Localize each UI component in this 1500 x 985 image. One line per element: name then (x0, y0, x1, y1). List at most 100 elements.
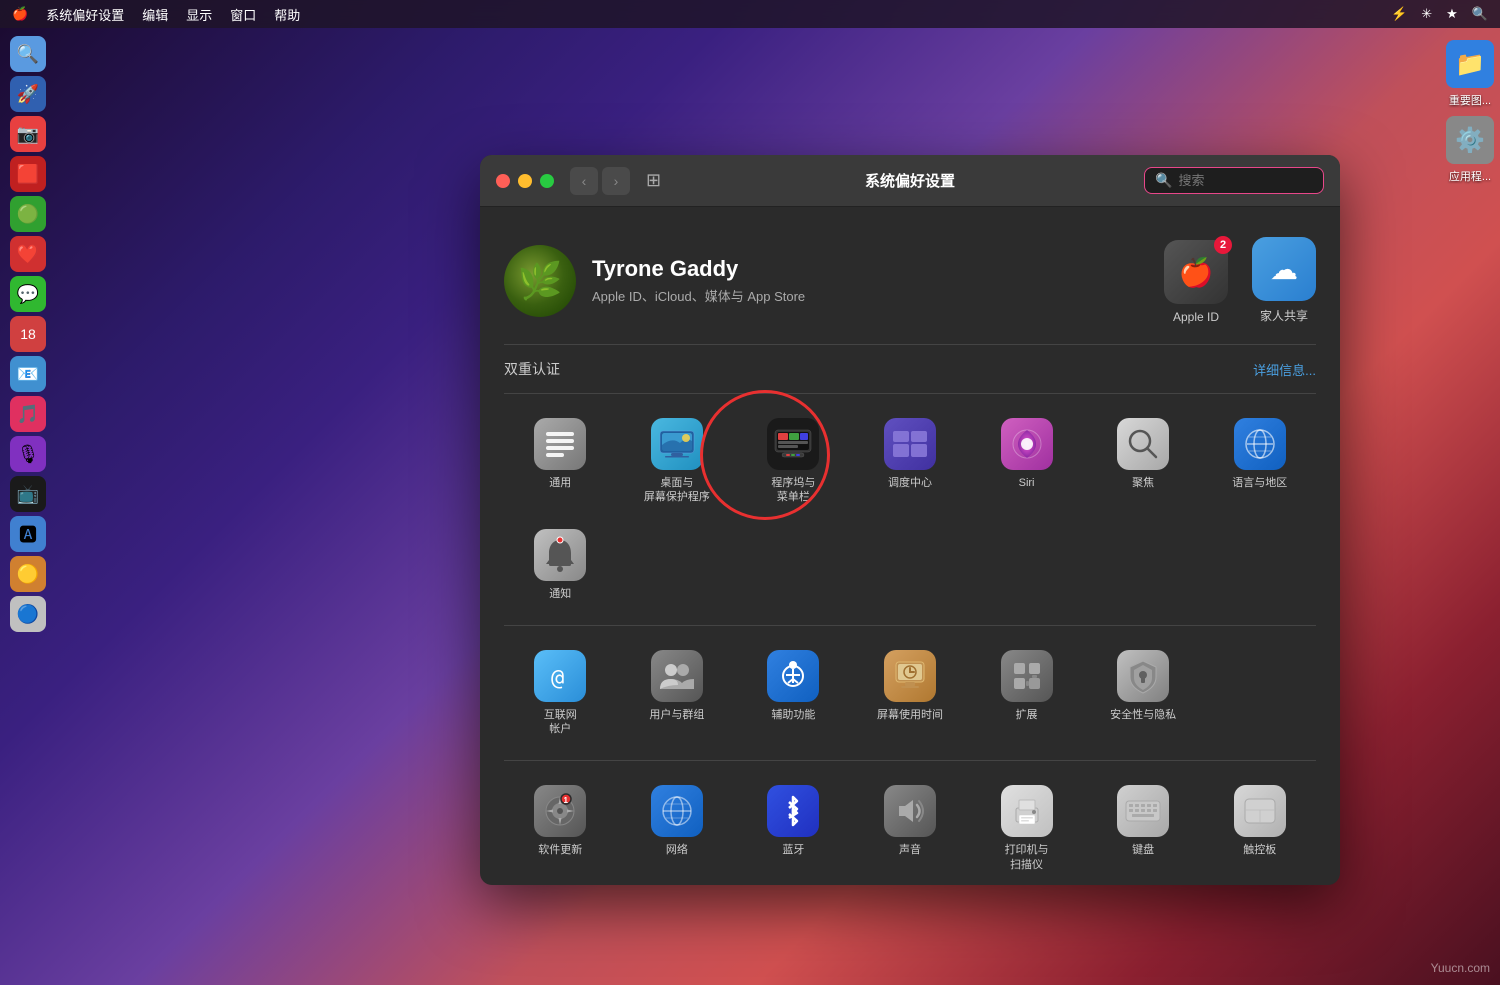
back-button[interactable]: ‹ (570, 167, 598, 195)
svg-text:@: @ (551, 666, 564, 691)
pref-icon-bluetooth (767, 785, 819, 837)
dock-icon-photos[interactable]: 📷 (10, 116, 46, 152)
menubar-item-window[interactable]: 窗口 (230, 5, 256, 24)
pref-item-security[interactable]: 安全性与隐私 (1087, 642, 1200, 745)
dock-icon-app2[interactable]: 🟢 (10, 196, 46, 232)
pref-label-accessibility: 辅助功能 (771, 708, 815, 722)
pref-item-spotlight[interactable]: 聚焦 (1087, 410, 1200, 513)
pref-item-dock[interactable]: 程序坞与 菜单栏 (737, 410, 850, 513)
dock-icon-app3[interactable]: ❤️ (10, 236, 46, 272)
pref-icon-accessibility (767, 650, 819, 702)
menubar-item-help[interactable]: 帮助 (274, 5, 300, 24)
pref-icon-mission (884, 418, 936, 470)
pref-item-siri[interactable]: Siri (970, 410, 1083, 513)
apple-id-button[interactable]: 🍎 2 Apple ID (1164, 240, 1228, 324)
grid-icon[interactable]: ⊞ (646, 170, 661, 191)
search-box: 🔍 (1144, 167, 1324, 194)
profile-info: Tyrone Gaddy Apple ID、iCloud、媒体与 App Sto… (592, 256, 1148, 305)
pref-icon-screentime (884, 650, 936, 702)
pref-item-bluetooth[interactable]: 蓝牙 (737, 777, 850, 880)
search-input[interactable] (1178, 173, 1313, 188)
pref-item-internet[interactable]: @ 互联网 帐户 (504, 642, 617, 745)
forward-button[interactable]: › (602, 167, 630, 195)
window-title: 系统偏好设置 (865, 170, 955, 191)
dock-icon-tv[interactable]: 📺 (10, 476, 46, 512)
menubar-item-display[interactable]: 显示 (186, 5, 212, 24)
search-menubar-icon[interactable]: 🔍 (1472, 6, 1488, 22)
pref-icon-security (1117, 650, 1169, 702)
pref-icon-network (651, 785, 703, 837)
pref-label-desktop: 桌面与 屏幕保护程序 (644, 476, 710, 505)
pref-icon-general (534, 418, 586, 470)
prefs-section-2: @ 互联网 帐户 用户与群组 辅助功能 (504, 626, 1316, 762)
search-icon: 🔍 (1155, 172, 1172, 189)
pref-icon-printer (1001, 785, 1053, 837)
desktop-right-icons: 📁 重要图... ⚙️ 应用程... (1440, 40, 1500, 184)
pref-label-network: 网络 (666, 843, 688, 857)
pref-label-internet: 互联网 帐户 (544, 708, 577, 737)
system-preferences-window: ‹ › ⊞ 系统偏好设置 🔍 🌿 Tyrone Gaddy Apple ID、i… (480, 155, 1340, 885)
apple-menu-icon[interactable]: 🍎 (12, 6, 28, 22)
pref-item-software[interactable]: 1 软件更新 (504, 777, 617, 880)
dock-icon-music[interactable]: 🎵 (10, 396, 46, 432)
titlebar: ‹ › ⊞ 系统偏好设置 🔍 (480, 155, 1340, 207)
apple-id-icon: 🍎 2 (1164, 240, 1228, 304)
bluetooth-icon: ✳ (1421, 6, 1432, 22)
desktop-icon-apps[interactable]: ⚙️ 应用程... (1446, 116, 1494, 184)
dock-icon-finder[interactable]: 🔍 (10, 36, 46, 72)
pref-item-network[interactable]: 网络 (621, 777, 734, 880)
user-avatar[interactable]: 🌿 (504, 245, 576, 317)
pref-item-general[interactable]: 通用 (504, 410, 617, 513)
dock-icon-mail[interactable]: 📧 (10, 356, 46, 392)
pref-item-screentime[interactable]: 屏幕使用时间 (854, 642, 967, 745)
pref-item-users[interactable]: 用户与群组 (621, 642, 734, 745)
dock-icon-appstore[interactable]: 🅰 (10, 516, 46, 552)
dock-icon-app1[interactable]: 🟥 (10, 156, 46, 192)
prefs-grid-1: 通用 桌面与 屏幕保护程序 (504, 410, 1316, 609)
pref-icon-trackpad (1234, 785, 1286, 837)
pref-label-dock: 程序坞与 菜单栏 (771, 476, 815, 505)
prefs-section-1: 通用 桌面与 屏幕保护程序 (504, 394, 1316, 626)
profile-section: 🌿 Tyrone Gaddy Apple ID、iCloud、媒体与 App S… (504, 227, 1316, 345)
menubar-item-system[interactable]: 系统偏好设置 (46, 5, 124, 24)
dock-icon-app5[interactable]: 🔵 (10, 596, 46, 632)
pref-item-printer[interactable]: 打印机与 扫描仪 (970, 777, 1083, 880)
dock-icon-launchpad[interactable]: 🚀 (10, 76, 46, 112)
pref-item-extensions[interactable]: 扩展 (970, 642, 1083, 745)
pref-item-accessibility[interactable]: 辅助功能 (737, 642, 850, 745)
pref-icon-desktop (651, 418, 703, 470)
pref-label-language: 语言与地区 (1232, 476, 1287, 490)
prefs-grid-2: @ 互联网 帐户 用户与群组 辅助功能 (504, 642, 1316, 745)
pref-icon-siri (1001, 418, 1053, 470)
two-factor-detail-link[interactable]: 详细信息... (1253, 360, 1316, 379)
family-sharing-icon: ☁ (1252, 237, 1316, 301)
pref-item-mission[interactable]: 调度中心 (854, 410, 967, 513)
pref-icon-users (651, 650, 703, 702)
pref-item-language[interactable]: 语言与地区 (1203, 410, 1316, 513)
close-button[interactable] (496, 174, 510, 188)
dock-icon-messages[interactable]: 💬 (10, 276, 46, 312)
pref-label-sound: 声音 (899, 843, 921, 857)
pref-label-keyboard: 键盘 (1132, 843, 1154, 857)
pref-label-mission: 调度中心 (888, 476, 932, 490)
desktop-icon-important[interactable]: 📁 重要图... (1446, 40, 1494, 108)
pref-label-general: 通用 (549, 476, 571, 490)
dock-icon-app4[interactable]: 🟡 (10, 556, 46, 592)
pref-label-siri: Siri (1019, 476, 1035, 490)
pref-label-bluetooth: 蓝牙 (782, 843, 804, 857)
titlebar-nav: ‹ › (570, 167, 630, 195)
pref-item-desktop[interactable]: 桌面与 屏幕保护程序 (621, 410, 734, 513)
pref-icon-software: 1 (534, 785, 586, 837)
pref-item-keyboard[interactable]: 键盘 (1087, 777, 1200, 880)
minimize-button[interactable] (518, 174, 532, 188)
family-sharing-button[interactable]: ☁ 家人共享 (1252, 237, 1316, 324)
pref-item-trackpad[interactable]: 触控板 (1203, 777, 1316, 880)
two-factor-label: 双重认证 (504, 359, 560, 379)
pref-item-sound[interactable]: 声音 (854, 777, 967, 880)
menubar-item-edit[interactable]: 编辑 (142, 5, 168, 24)
dock-icon-podcast[interactable]: 🎙 (10, 436, 46, 472)
pref-icon-notify (534, 529, 586, 581)
pref-item-notify[interactable]: 通知 (504, 521, 617, 609)
dock-icon-calendar[interactable]: 18 (10, 316, 46, 352)
maximize-button[interactable] (540, 174, 554, 188)
